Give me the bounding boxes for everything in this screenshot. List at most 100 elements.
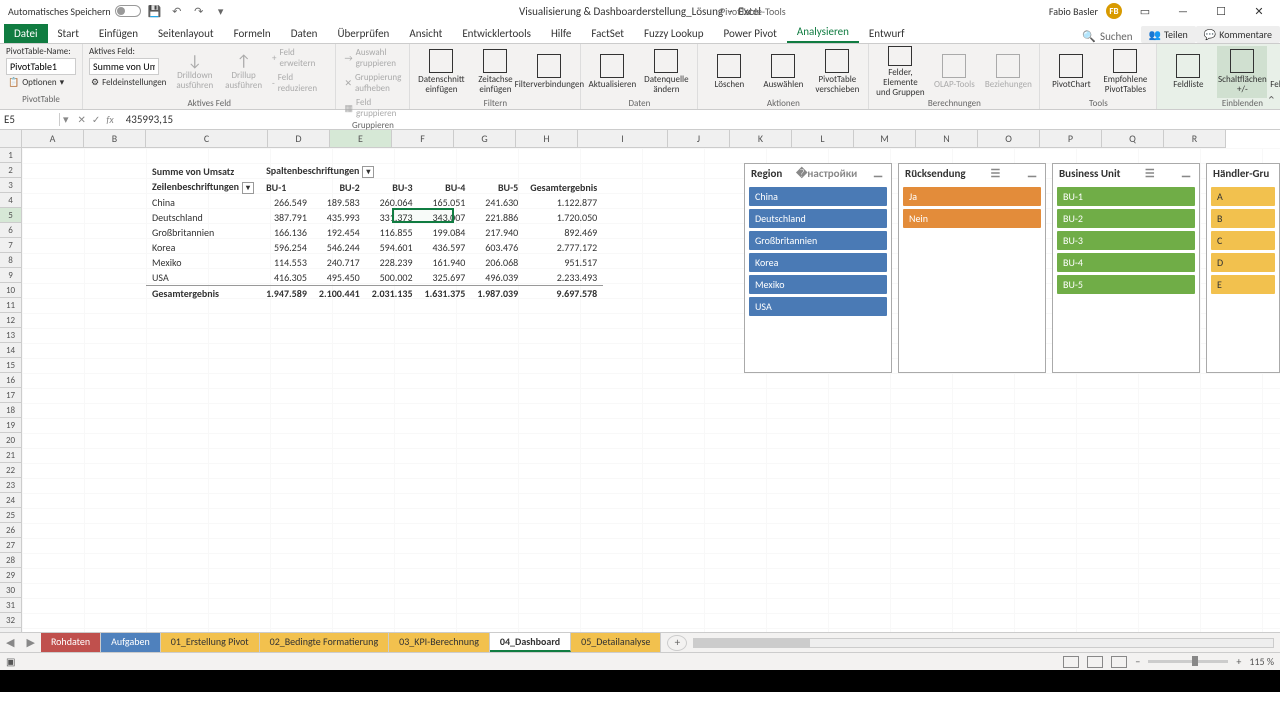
tab-fuzzy[interactable]: Fuzzy Lookup — [634, 24, 714, 43]
change-source-button[interactable]: Datenquelle ändern — [641, 46, 691, 98]
row-header[interactable]: 28 — [0, 553, 22, 568]
col-header[interactable]: N — [916, 130, 978, 148]
slicer-return[interactable]: Rücksendung☰⚊ JaNein — [898, 163, 1046, 373]
row-header[interactable]: 2 — [0, 163, 22, 178]
pivot-row-dropdown[interactable]: ▾ — [242, 182, 254, 194]
clear-filter-icon[interactable]: ⚊ — [1025, 167, 1039, 180]
row-header[interactable]: 31 — [0, 598, 22, 613]
pivot-cell[interactable]: 435.993 — [313, 210, 366, 225]
col-header[interactable]: R — [1164, 130, 1226, 148]
pivot-cell[interactable]: 951.517 — [524, 255, 603, 270]
field-headers-button[interactable]: Feldkopfzeilen — [1271, 46, 1280, 98]
row-header[interactable]: 1 — [0, 148, 22, 163]
row-header[interactable]: 18 — [0, 403, 22, 418]
cancel-formula-icon[interactable]: ✕ — [78, 113, 86, 126]
sheet-tab[interactable]: 01_Erstellung Pivot — [161, 633, 260, 652]
sheet-nav-next[interactable]: ▶ — [20, 636, 40, 649]
slicer-item[interactable]: E — [1211, 275, 1275, 294]
col-header[interactable]: D — [268, 130, 330, 148]
clear-button[interactable]: Löschen — [704, 46, 754, 98]
tab-view[interactable]: Ansicht — [399, 24, 452, 43]
col-header[interactable]: E — [330, 130, 392, 148]
clear-filter-icon[interactable]: ⚊ — [871, 167, 885, 180]
slicer-item[interactable]: BU-3 — [1057, 231, 1195, 250]
tab-factset[interactable]: FactSet — [581, 24, 634, 43]
row-header[interactable]: 7 — [0, 238, 22, 253]
add-sheet-button[interactable]: + — [667, 635, 687, 651]
slicer-item[interactable]: A — [1211, 187, 1275, 206]
row-header[interactable]: 33 — [0, 628, 22, 632]
row-header[interactable]: 32 — [0, 613, 22, 628]
pivot-col-dropdown[interactable]: ▾ — [362, 166, 374, 178]
slicer-item[interactable]: Deutschland — [749, 209, 887, 228]
pivot-cell[interactable]: 114.553 — [260, 255, 313, 270]
refresh-button[interactable]: Aktualisieren — [587, 46, 637, 98]
close-button[interactable]: ✕ — [1244, 2, 1274, 20]
slicer-item[interactable]: C — [1211, 231, 1275, 250]
row-header[interactable]: 9 — [0, 268, 22, 283]
pivot-cell[interactable]: 2.233.493 — [524, 270, 603, 286]
pivot-cell[interactable]: 165.051 — [419, 195, 472, 210]
zoom-level[interactable]: 115 % — [1249, 655, 1274, 668]
pivot-cell[interactable]: 603.476 — [471, 240, 524, 255]
slicer-dealer[interactable]: Händler-Gru ABCDE — [1206, 163, 1280, 373]
ribbon-display-icon[interactable]: ▭ — [1130, 2, 1160, 20]
customize-qat-icon[interactable]: ▾ — [213, 3, 229, 19]
slicer-item[interactable]: Ja — [903, 187, 1041, 206]
row-header[interactable]: 25 — [0, 508, 22, 523]
select-button[interactable]: Auswählen — [758, 46, 808, 98]
fx-icon[interactable]: fx — [106, 113, 113, 126]
row-header[interactable]: 3 — [0, 178, 22, 193]
pivot-cell[interactable]: 416.305 — [260, 270, 313, 286]
slicer-item[interactable]: BU-4 — [1057, 253, 1195, 272]
tab-review[interactable]: Überprüfen — [327, 24, 399, 43]
view-pagebreak-icon[interactable] — [1111, 656, 1127, 668]
pivot-cell[interactable]: 241.630 — [471, 195, 524, 210]
zoom-in-button[interactable]: + — [1236, 655, 1241, 668]
comments-button[interactable]: 💬 Kommentare — [1196, 26, 1280, 43]
col-header[interactable]: M — [854, 130, 916, 148]
pivot-table[interactable]: Summe von Umsatz Spaltenbeschriftungen▾ … — [146, 163, 603, 301]
fields-items-button[interactable]: Felder, Elemente und Gruppen — [875, 46, 925, 98]
row-header[interactable]: 16 — [0, 373, 22, 388]
multiselect-icon[interactable]: �настройки — [794, 167, 859, 180]
pivotchart-button[interactable]: PivotChart — [1046, 46, 1096, 98]
pivot-cell[interactable]: 546.244 — [313, 240, 366, 255]
view-pagelayout-icon[interactable] — [1087, 656, 1103, 668]
field-settings-button[interactable]: ⚙ Feldeinstellungen — [89, 76, 168, 89]
fieldlist-button[interactable]: Feldliste — [1163, 46, 1213, 98]
recommended-pivot-button[interactable]: Empfohlene PivotTables — [1100, 46, 1150, 98]
col-header[interactable]: O — [978, 130, 1040, 148]
worksheet-grid[interactable]: A B C D E F G H I J K L M N O P Q R 1234… — [0, 130, 1280, 632]
zoom-out-button[interactable]: − — [1135, 655, 1140, 668]
slicer-item[interactable]: BU-1 — [1057, 187, 1195, 206]
slicer-item[interactable]: Nein — [903, 209, 1041, 228]
record-macro-icon[interactable]: ▣ — [6, 655, 15, 668]
pivot-cell[interactable]: 192.454 — [313, 225, 366, 240]
sheet-nav-prev[interactable]: ◀ — [0, 636, 20, 649]
horizontal-scrollbar[interactable] — [693, 638, 1274, 648]
insert-slicer-button[interactable]: Datenschnitt einfügen — [416, 46, 466, 98]
pivot-cell[interactable]: 206.068 — [471, 255, 524, 270]
name-box[interactable]: E5 — [0, 113, 60, 126]
row-header[interactable]: 14 — [0, 343, 22, 358]
pivot-cell[interactable]: 116.855 — [366, 225, 419, 240]
redo-icon[interactable]: ↷ — [191, 3, 207, 19]
pivot-cell[interactable]: 1.720.050 — [524, 210, 603, 225]
row-header[interactable]: 22 — [0, 463, 22, 478]
row-header[interactable]: 12 — [0, 313, 22, 328]
plusminus-buttons-button[interactable]: Schaltflächen +/- — [1217, 46, 1267, 98]
insert-timeline-button[interactable]: Zeitachse einfügen — [470, 46, 520, 98]
pivot-cell[interactable]: 343.007 — [419, 210, 472, 225]
tab-design[interactable]: Entwurf — [859, 24, 915, 43]
row-header[interactable]: 8 — [0, 253, 22, 268]
filter-connections-button[interactable]: Filterverbindungen — [524, 46, 574, 98]
row-header[interactable]: 15 — [0, 358, 22, 373]
sheet-tab[interactable]: 02_Bedingte Formatierung — [260, 633, 390, 652]
pivot-cell[interactable]: 199.084 — [419, 225, 472, 240]
slicer-item[interactable]: BU-5 — [1057, 275, 1195, 294]
sheet-tab[interactable]: 05_Detailanalyse — [571, 633, 661, 652]
pivottable-options-button[interactable]: 📋 Optionen ▾ — [6, 76, 76, 89]
tab-developer[interactable]: Entwicklertools — [452, 24, 541, 43]
col-header[interactable]: K — [730, 130, 792, 148]
